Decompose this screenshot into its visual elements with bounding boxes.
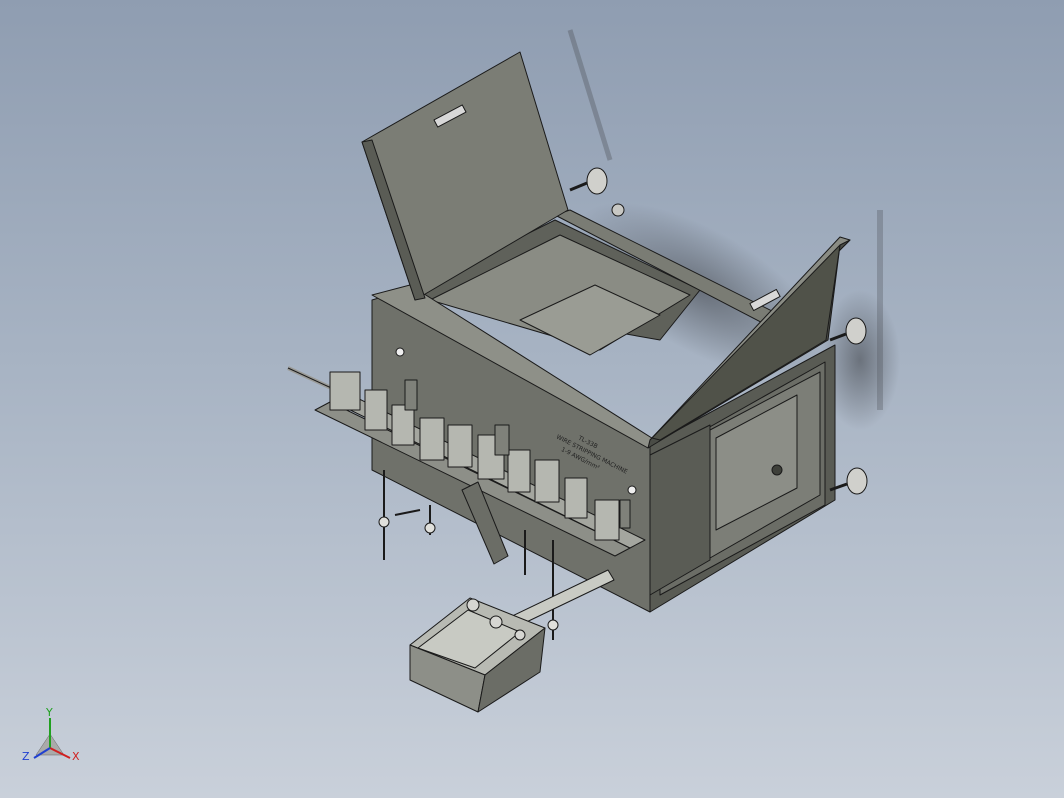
model-view[interactable]: TL-33B WIRE STRIPPING MACHINE 1-9 AWG/mm…	[0, 0, 1064, 798]
front-hole-left	[395, 347, 405, 357]
cad-viewport[interactable]: TL-33B WIRE STRIPPING MACHINE 1-9 AWG/mm…	[0, 0, 1064, 798]
control-knob	[489, 615, 503, 629]
orientation-triad[interactable]: Y X Z	[22, 706, 80, 763]
triad-label-z: Z	[22, 750, 30, 763]
side-window-hole	[771, 464, 783, 476]
control-button	[514, 629, 526, 641]
power-switch	[466, 598, 480, 612]
triad-label-x: X	[72, 750, 80, 763]
triad-label-y: Y	[45, 706, 53, 719]
machine-model[interactable]	[287, 51, 868, 713]
front-hole-right	[627, 485, 637, 495]
